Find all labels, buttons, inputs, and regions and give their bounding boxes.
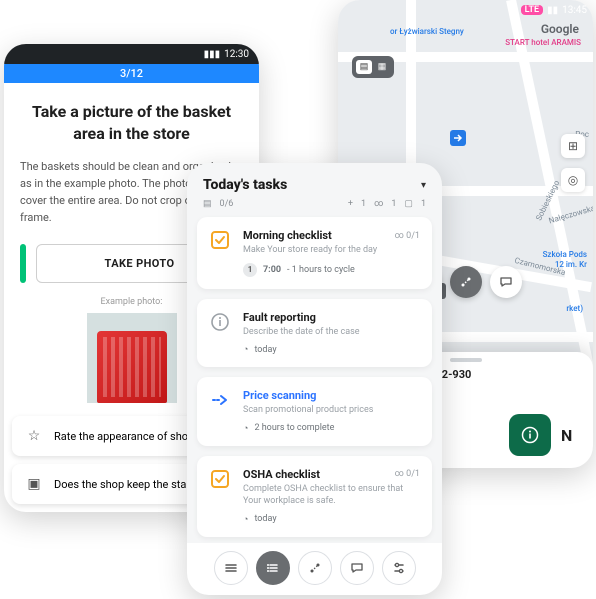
clock-label: 12:30 bbox=[224, 49, 249, 60]
info-icon bbox=[209, 311, 231, 333]
poi-hotel: START hotel ARAMIS bbox=[505, 38, 581, 47]
locate-button[interactable]: ◎ bbox=[561, 168, 585, 192]
list-icon: ▤ bbox=[203, 199, 212, 209]
task-count: ∞ 0/1 bbox=[395, 469, 420, 479]
sheet-next: N bbox=[561, 426, 575, 445]
link-icon: ∞ bbox=[374, 199, 383, 209]
task-title: Morning checklist bbox=[243, 229, 332, 242]
map-type-layers-icon: ▦ bbox=[374, 60, 390, 74]
clock-icon: ◔ bbox=[243, 344, 248, 355]
map-marker[interactable] bbox=[450, 130, 466, 146]
status-bar: ▮▮▮ 12:30 bbox=[4, 44, 259, 64]
task-subtitle: Describe the date of the case bbox=[243, 326, 420, 339]
expand-toggle[interactable]: ▾ bbox=[421, 180, 426, 191]
signal-icon: ▮▮▮ bbox=[204, 49, 221, 60]
clock-icon: ◔ bbox=[243, 423, 248, 434]
route-icon[interactable] bbox=[298, 551, 332, 585]
zoom-button[interactable]: ⊞ bbox=[561, 134, 585, 158]
box-icon: ▢ bbox=[404, 199, 413, 209]
accent-bar bbox=[20, 244, 26, 283]
poi-market: rket) bbox=[566, 304, 583, 313]
book-icon: ▣ bbox=[26, 476, 42, 492]
clock-label: 13:45 bbox=[562, 5, 587, 16]
bottom-nav bbox=[187, 543, 442, 595]
status-bar: LTE▮▮13:45 bbox=[338, 0, 593, 20]
menu-icon[interactable] bbox=[214, 551, 248, 585]
task-fault-reporting[interactable]: Fault reporting Describe the date of the… bbox=[197, 299, 432, 368]
task-counter: 0/6 bbox=[220, 199, 234, 209]
task-meta: ◔today bbox=[243, 514, 420, 525]
arrow-icon bbox=[209, 389, 231, 411]
task-meta: 1 7:00 - 1 hours to cycle bbox=[243, 263, 420, 277]
poi-school: Szkoła Pods bbox=[543, 250, 587, 259]
phone-tasks: Today's tasks ▾ ▤ 0/6 +1 ∞1 ▢1 Morning c… bbox=[187, 163, 442, 595]
plus-icon: + bbox=[348, 199, 353, 209]
tasks-header: Today's tasks ▾ ▤ 0/6 +1 ∞1 ▢1 bbox=[187, 163, 442, 217]
map-side-controls: ⊞ ◎ bbox=[561, 134, 585, 192]
info-button[interactable] bbox=[509, 414, 551, 456]
task-count: ∞ 0/1 bbox=[395, 231, 420, 241]
bubble-route-icon[interactable] bbox=[450, 266, 482, 298]
sliders-icon[interactable] bbox=[382, 551, 416, 585]
task-price-scanning[interactable]: Price scanning Scan promotional product … bbox=[197, 377, 432, 446]
chat-icon[interactable] bbox=[340, 551, 374, 585]
task-subtitle: Scan promotional product prices bbox=[243, 404, 420, 417]
task-meta: ◔today bbox=[243, 344, 420, 355]
header-title: Today's tasks bbox=[203, 177, 287, 193]
map-type-list-icon: ▤ bbox=[356, 60, 372, 74]
task-subtitle: Complete OSHA checklist to ensure that Y… bbox=[243, 483, 420, 508]
task-morning-checklist[interactable]: Morning checklist ∞ 0/1 Make Your store … bbox=[197, 217, 432, 289]
progress-indicator: 3/12 bbox=[4, 64, 259, 83]
star-icon: ☆ bbox=[26, 428, 42, 444]
clock-icon: ◔ bbox=[243, 514, 248, 525]
map-type-toggle[interactable]: ▤ ▦ bbox=[352, 56, 394, 78]
basket-illustration bbox=[97, 331, 167, 403]
task-list: Morning checklist ∞ 0/1 Make Your store … bbox=[187, 217, 442, 537]
checkbox-icon bbox=[209, 229, 231, 251]
task-osha-checklist[interactable]: OSHA checklist ∞ 0/1 Complete OSHA check… bbox=[197, 456, 432, 537]
example-photo bbox=[87, 313, 177, 403]
checkbox-icon bbox=[209, 468, 231, 490]
task-title: Price scanning bbox=[243, 389, 316, 402]
task-title: Fault reporting bbox=[243, 311, 316, 324]
badge: 1 bbox=[243, 263, 257, 277]
list-icon[interactable] bbox=[256, 551, 290, 585]
task-title: OSHA checklist bbox=[243, 468, 320, 481]
task-title: Take a picture of the basket area in the… bbox=[20, 101, 243, 144]
task-meta: ◔2 hours to complete bbox=[243, 423, 420, 434]
poi-rink: or Łyżwiarski Stegny bbox=[390, 27, 464, 36]
task-subtitle: Make Your store ready for the day bbox=[243, 244, 420, 257]
bubble-chat-icon[interactable] bbox=[490, 266, 522, 298]
google-logo: Google bbox=[541, 22, 579, 36]
